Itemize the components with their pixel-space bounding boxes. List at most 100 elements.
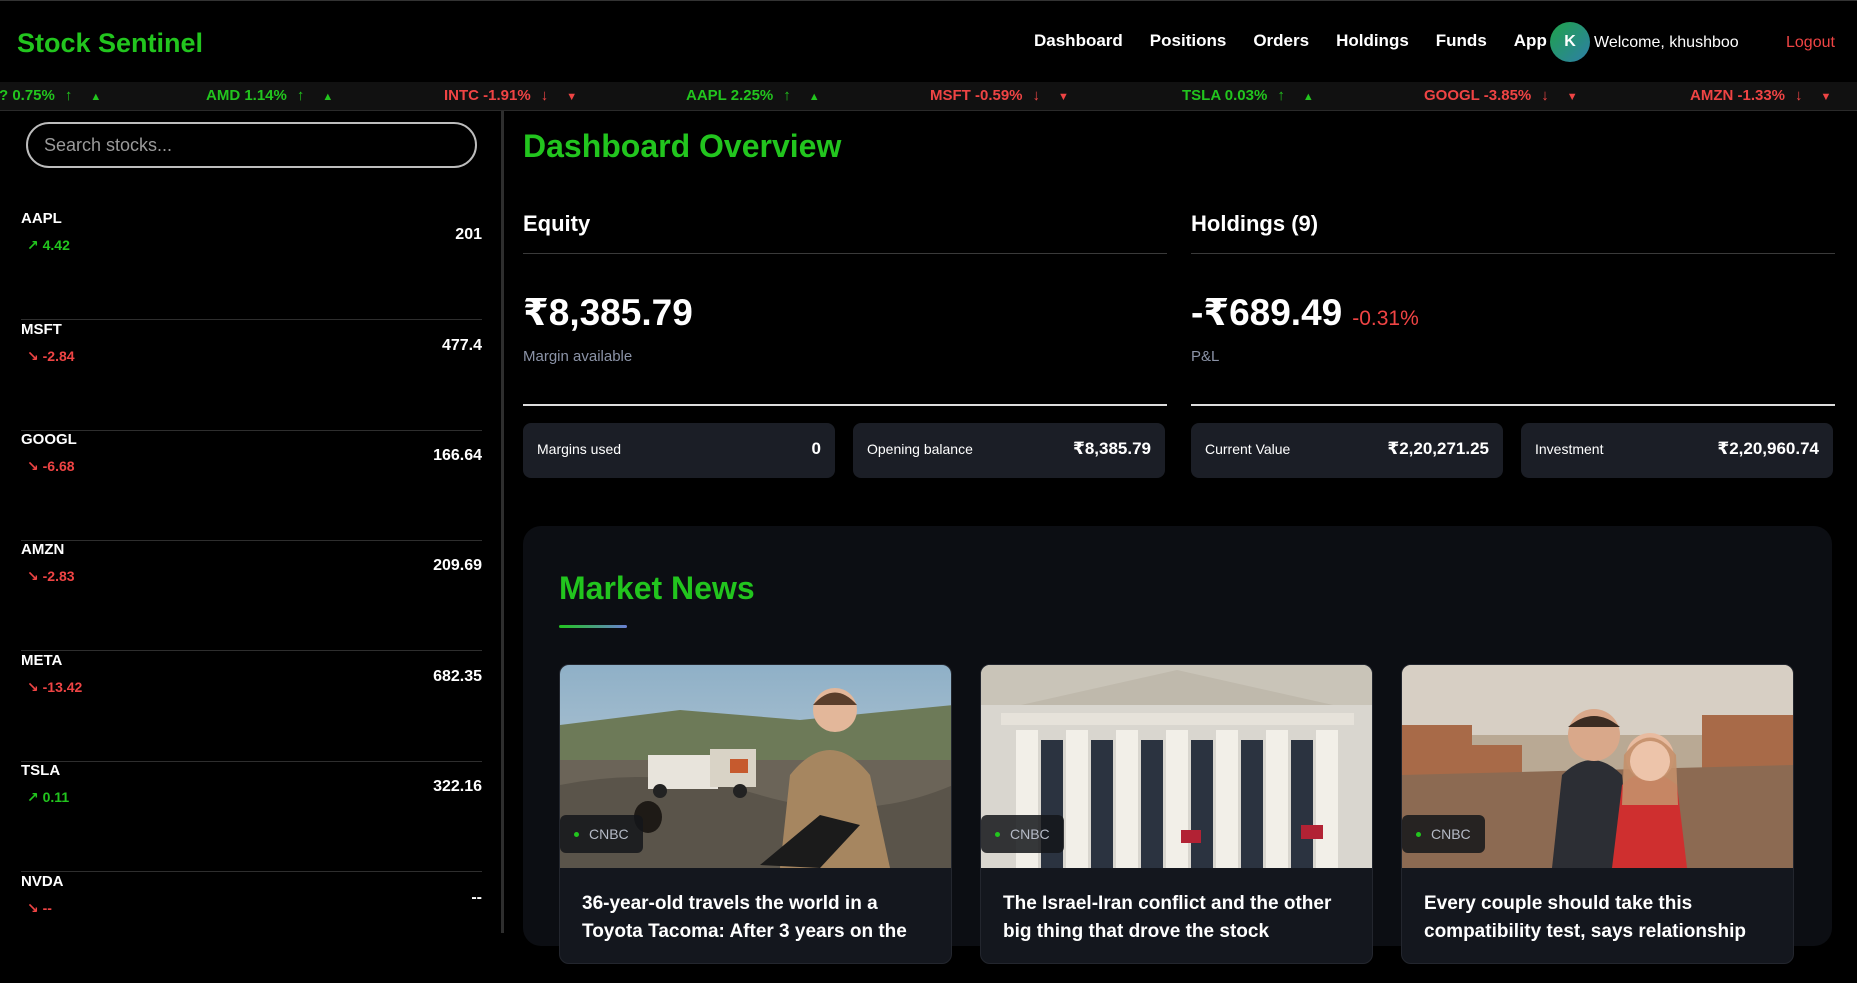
- brand-logo[interactable]: Stock Sentinel: [17, 28, 203, 59]
- card-label: Investment: [1535, 441, 1604, 457]
- stock-price: --: [471, 889, 482, 906]
- arrow-down-icon: ↓: [1032, 87, 1041, 104]
- ticker-item: INTC -1.91% ↓ ▼: [444, 87, 578, 104]
- pnl-percent: -0.31%: [1352, 307, 1419, 330]
- nav-positions[interactable]: Positions: [1150, 31, 1227, 51]
- triangle-down-icon: ▼: [566, 91, 578, 103]
- holdings-title[interactable]: Holdings (9): [1191, 211, 1835, 254]
- ticker-item: AAPL 2.25% ↑ ▲: [686, 87, 820, 104]
- equity-label: Margin available: [523, 348, 633, 365]
- news-headline[interactable]: The Israel-Iran conflict and the other b…: [1003, 890, 1353, 946]
- nav-funds[interactable]: Funds: [1436, 31, 1487, 51]
- news-headline[interactable]: Every couple should take this compatibil…: [1424, 890, 1774, 946]
- arrow-up-icon: ↑: [296, 87, 305, 104]
- arrow-up-icon: ↑: [64, 87, 73, 104]
- equity-title: Equity: [523, 211, 1167, 254]
- stock-symbol: TSLA: [21, 762, 61, 779]
- watchlist-row-msft[interactable]: MSFT ↘ -2.84 477.4: [21, 321, 482, 431]
- stock-price: 209.69: [433, 557, 482, 574]
- triangle-up-icon: ▲: [1302, 91, 1314, 103]
- card-label: Margins used: [537, 441, 622, 457]
- divider: [1191, 404, 1835, 406]
- ticker-item: ? 0.75% ↑ ▲: [0, 87, 102, 104]
- stock-price: 322.16: [433, 778, 482, 795]
- source-badge: CNBC: [981, 815, 1064, 853]
- stock-symbol: NVDA: [21, 873, 64, 890]
- divider: [523, 404, 1167, 406]
- stock-change: ↘ --: [27, 900, 52, 916]
- watchlist-row-nvda[interactable]: NVDA ↘ -- --: [21, 873, 482, 983]
- card-value: ₹2,20,960.74: [1717, 439, 1819, 458]
- news-thumbnail: CNBC: [981, 665, 1372, 868]
- arrow-up-icon: ↑: [1277, 87, 1285, 104]
- watchlist-row-amzn[interactable]: AMZN ↘ -2.83 209.69: [21, 541, 482, 651]
- arrow-down-icon: ↓: [540, 87, 549, 104]
- stock-symbol: GOOGL: [21, 431, 77, 448]
- news-card[interactable]: CNBC The Israel-Iran conflict and the ot…: [980, 664, 1373, 964]
- stock-price: 477.4: [441, 337, 482, 354]
- margins-used-card: Margins used 0: [523, 423, 835, 478]
- nav-app[interactable]: App: [1514, 31, 1547, 51]
- avatar[interactable]: K: [1550, 22, 1590, 62]
- triangle-down-icon: ▼: [1566, 91, 1578, 103]
- top-navbar: Stock Sentinel Dashboard Positions Order…: [0, 0, 1857, 82]
- card-value: ₹8,385.79: [1072, 439, 1151, 458]
- source-badge: CNBC: [560, 815, 643, 853]
- stock-change: ↘ -2.83: [27, 568, 75, 584]
- welcome-text: Welcome, khushboo: [1594, 34, 1739, 51]
- watchlist-row-meta[interactable]: META ↘ -13.42 682.35: [21, 652, 482, 762]
- card-label: Current Value: [1205, 441, 1291, 457]
- equity-value: ₹8,385.79: [523, 292, 693, 333]
- arrow-up-icon: ↑: [783, 87, 791, 104]
- watchlist-row-tsla[interactable]: TSLA ↗ 0.11 322.16: [21, 762, 482, 872]
- pnl-label: P&L: [1191, 348, 1220, 365]
- stock-symbol: MSFT: [21, 321, 62, 338]
- search-input[interactable]: [26, 122, 477, 168]
- triangle-down-icon: ▼: [1820, 91, 1832, 103]
- dot-icon: [995, 831, 1000, 837]
- card-value: ₹2,20,271.25: [1387, 439, 1489, 458]
- market-news-panel: Market News CNBC 36-year-old travels the…: [523, 526, 1832, 964]
- stock-symbol: AAPL: [21, 210, 62, 227]
- news-thumbnail: CNBC: [560, 665, 951, 868]
- dot-icon: [574, 831, 579, 837]
- arrow-down-icon: ↓: [1795, 87, 1803, 104]
- arrow-down-icon: ↓: [1541, 87, 1549, 104]
- opening-balance-card: Opening balance ₹8,385.79: [853, 423, 1165, 478]
- pnl-value: -₹689.49 -0.31%: [1191, 292, 1419, 333]
- watchlist-row-aapl[interactable]: AAPL ↗ 4.42 201: [21, 210, 482, 320]
- dashboard-main: Dashboard Overview Equity ₹8,385.79 Marg…: [507, 111, 1857, 964]
- news-title: Market News: [559, 570, 755, 606]
- logout-button[interactable]: Logout: [1786, 34, 1835, 52]
- news-headline[interactable]: 36-year-old travels the world in a Toyot…: [582, 890, 932, 946]
- stock-change: ↗ 4.42: [27, 237, 70, 253]
- nav-dashboard[interactable]: Dashboard: [1034, 31, 1123, 51]
- page-title: Dashboard Overview: [523, 128, 842, 164]
- dot-icon: [1416, 831, 1421, 837]
- current-value-card: Current Value ₹2,20,271.25: [1191, 423, 1503, 478]
- watchlist-sidebar: AAPL ↗ 4.42 201 MSFT ↘ -2.84 477.4 GOOGL…: [0, 111, 504, 933]
- news-card[interactable]: CNBC 36-year-old travels the world in a …: [559, 664, 952, 964]
- title-underline: [559, 625, 627, 628]
- triangle-up-icon: ▲: [90, 91, 102, 103]
- news-thumbnail: CNBC: [1402, 665, 1793, 868]
- stock-change: ↘ -6.68: [27, 458, 75, 474]
- ticker-item: AMZN -1.33% ↓ ▼: [1690, 87, 1832, 104]
- stock-change: ↗ 0.11: [27, 789, 70, 805]
- stock-symbol: AMZN: [21, 541, 65, 558]
- nav-holdings[interactable]: Holdings: [1336, 31, 1409, 51]
- stock-symbol: META: [21, 652, 63, 669]
- watchlist-row-googl[interactable]: GOOGL ↘ -6.68 166.64: [21, 431, 482, 541]
- trend-down-icon: ↘: [27, 458, 43, 474]
- ticker-item: GOOGL -3.85% ↓ ▼: [1424, 87, 1578, 104]
- nav-orders[interactable]: Orders: [1253, 31, 1309, 51]
- source-badge: CNBC: [1402, 815, 1485, 853]
- triangle-up-icon: ▲: [322, 91, 334, 103]
- triangle-up-icon: ▲: [808, 91, 820, 103]
- stock-price: 682.35: [433, 668, 482, 685]
- holdings-section: Holdings (9) -₹689.49 -0.31% P&L: [1191, 211, 1835, 406]
- triangle-down-icon: ▼: [1058, 91, 1069, 103]
- stock-price: 201: [455, 226, 482, 243]
- trend-down-icon: ↘: [27, 348, 43, 364]
- news-card[interactable]: CNBC Every couple should take this compa…: [1401, 664, 1794, 964]
